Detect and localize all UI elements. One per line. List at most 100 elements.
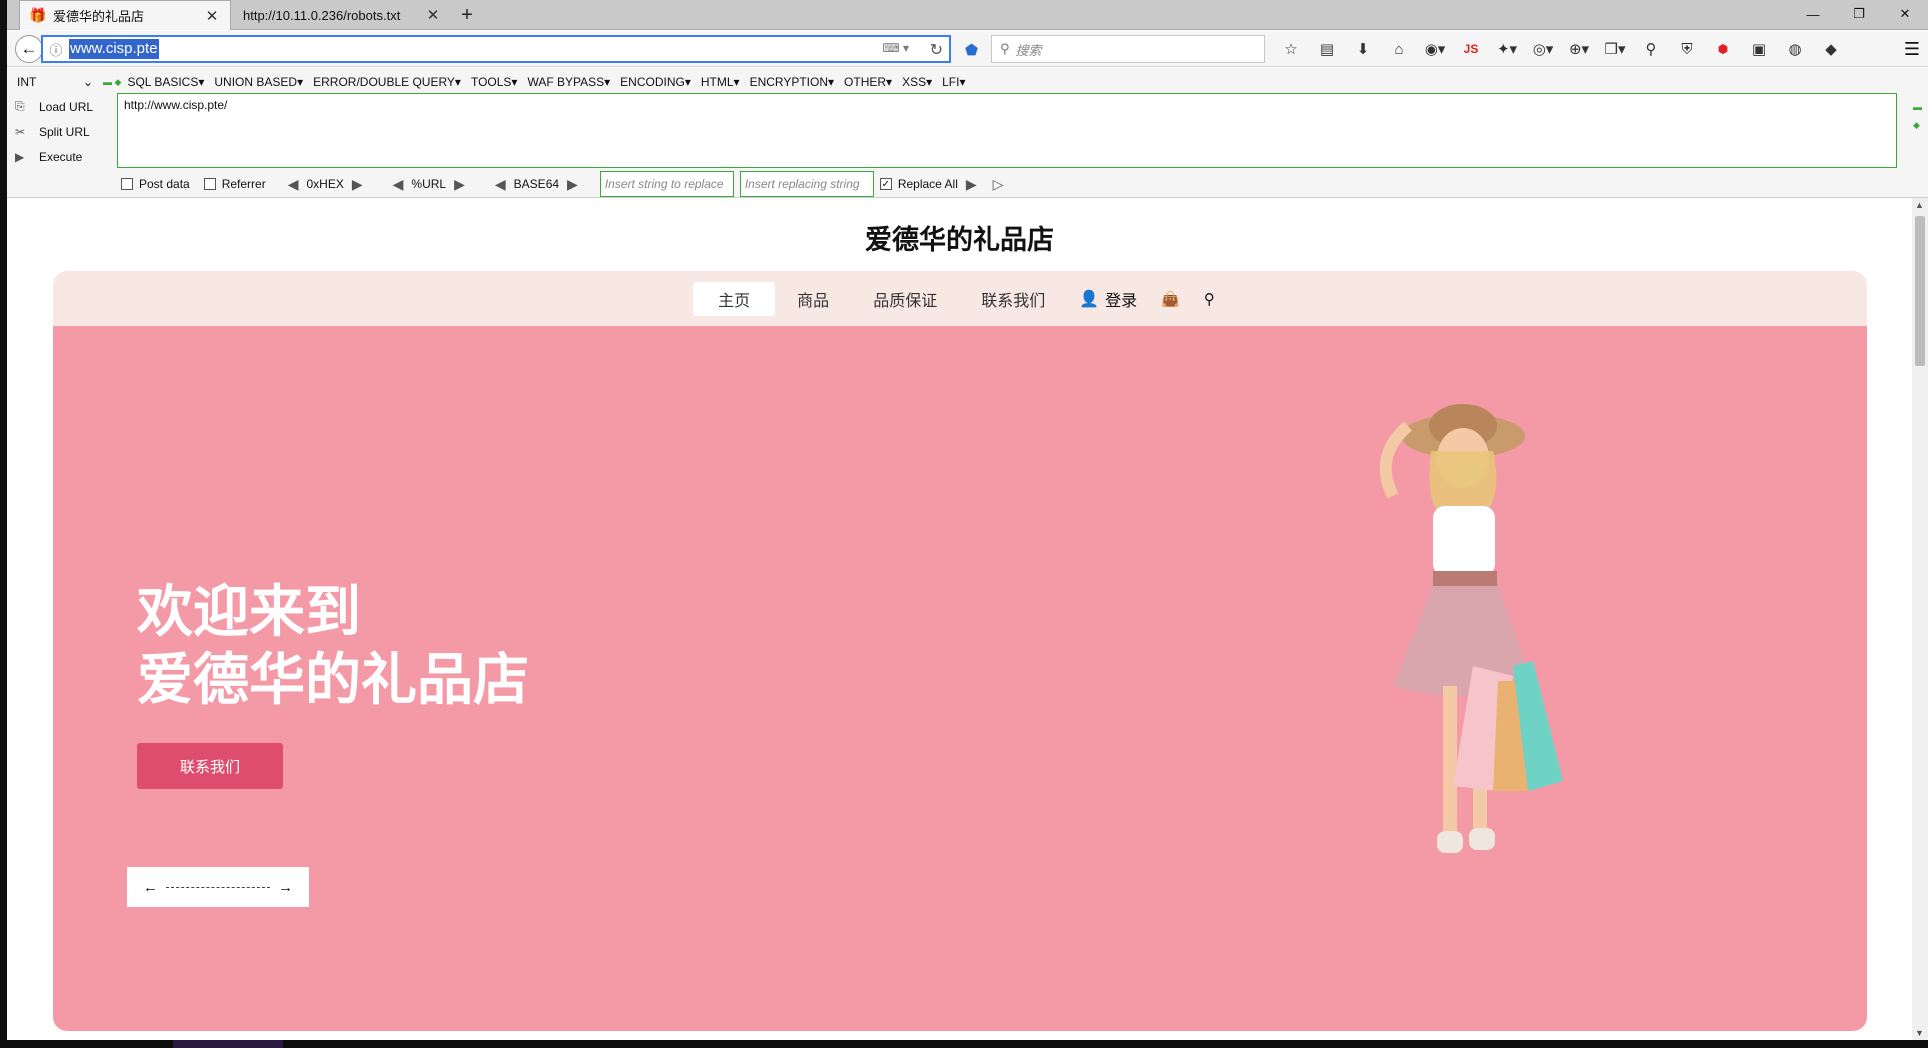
extension-icon[interactable]: ⬟ <box>965 41 978 59</box>
hero-line-1: 欢迎来到 <box>137 580 361 643</box>
tab-strip: 🎁 爱德华的礼品店 ✕ http://10.11.0.236/robots.tx… <box>7 0 1928 30</box>
menu-encoding[interactable]: ENCODING▾ <box>620 75 691 89</box>
search-icon: ⚲ <box>1000 41 1010 56</box>
status-dots-icon: ▬ ◆ <box>103 76 122 87</box>
referrer-option[interactable]: Referrer <box>203 177 266 191</box>
hamburger-menu-icon[interactable]: ☰ <box>1904 39 1920 60</box>
colorful-extension-icon[interactable]: ▣ <box>1741 37 1777 61</box>
execute-icon: ▶ <box>15 149 25 164</box>
close-tab-icon[interactable]: ✕ <box>204 7 220 25</box>
menu-sql-basics[interactable]: SQL BASICS▾ <box>127 75 204 89</box>
keyboard-dropdown-icon[interactable]: ⌨ ▾ <box>882 41 909 55</box>
split-url-button[interactable]: ✂ Split URL <box>15 119 93 144</box>
hex-decode-arrow-icon[interactable]: ◀ <box>288 176 299 193</box>
type-select[interactable]: INT ⌄ <box>17 75 97 89</box>
base64-encode-arrow-icon[interactable]: ▶ <box>567 176 578 193</box>
menu-other[interactable]: OTHER▾ <box>844 75 892 89</box>
next-arrow-icon[interactable]: → <box>278 879 293 896</box>
replace-apply-arrow-icon[interactable]: ▷ <box>993 176 1004 193</box>
menu-waf-bypass[interactable]: WAF BYPASS▾ <box>527 75 610 89</box>
taskbar-item[interactable] <box>173 1040 283 1048</box>
minimize-button[interactable]: — <box>1790 0 1836 28</box>
info-icon[interactable]: ⓘ <box>43 40 69 59</box>
nav-quality[interactable]: 品质保证 <box>851 282 959 316</box>
replacing-string-input[interactable]: Insert replacing string <box>739 171 874 197</box>
user-icon: 👤 <box>1079 290 1100 308</box>
replace-all-checkbox[interactable]: ✓ <box>879 178 892 190</box>
new-tab-button[interactable]: + <box>455 4 479 27</box>
shield-menu-icon[interactable]: ⊕▾ <box>1561 37 1597 61</box>
tab-robots[interactable]: http://10.11.0.236/robots.txt ✕ <box>233 0 451 30</box>
search-icon[interactable]: ⚲ <box>1192 290 1227 308</box>
scroll-up-icon[interactable]: ▲ <box>1915 200 1924 210</box>
type-select-value: INT <box>17 75 37 89</box>
load-url-icon: ⎘ <box>15 99 25 113</box>
hex-encode-arrow-icon[interactable]: ▶ <box>352 176 363 193</box>
nav-products[interactable]: 商品 <box>775 282 851 316</box>
shopping-bag-icon[interactable]: 👜 <box>1149 290 1192 308</box>
site-frame: 主页 商品 品质保证 联系我们 👤 登录 👜 ⚲ 欢迎来到 爱德华的礼品店 联系我… <box>53 271 1867 1031</box>
replace-string-input[interactable]: Insert string to replace <box>599 171 734 197</box>
bookmark-star-icon[interactable]: ☆ <box>1273 37 1309 61</box>
zoom-icon[interactable]: ⚲ <box>1633 37 1669 61</box>
navigation-toolbar: ← ⓘ www.cisp.pte ⌨ ▾ ↻ ⬟ ⚲ 搜索 ☆ ▤ ⬇ ⌂ ◉▾… <box>7 31 1928 67</box>
hackbar-url-textarea[interactable]: http://www.cisp.pte/ <box>117 93 1897 168</box>
scroll-down-icon[interactable]: ▼ <box>1915 1028 1924 1038</box>
menu-encryption[interactable]: ENCRYPTION▾ <box>750 75 834 89</box>
url-text[interactable]: www.cisp.pte <box>69 39 159 59</box>
home-icon[interactable]: ⌂ <box>1381 37 1417 61</box>
security-shield-icon[interactable]: ⛨ <box>1669 37 1705 61</box>
site-title: 爱德华的礼品店 <box>865 225 1054 255</box>
base64-decode-arrow-icon[interactable]: ◀ <box>495 176 506 193</box>
contact-us-button[interactable]: 联系我们 <box>137 743 283 789</box>
nav-home[interactable]: 主页 <box>693 281 776 316</box>
addon-icon[interactable]: ◍ <box>1777 37 1813 61</box>
palette-icon[interactable]: ◎▾ <box>1525 37 1561 61</box>
hero-banner: 欢迎来到 爱德华的礼品店 联系我们 <box>53 326 1867 1031</box>
post-data-option[interactable]: Post data <box>121 177 190 191</box>
hero-heading: 欢迎来到 爱德华的礼品店 <box>137 578 529 714</box>
execute-button[interactable]: ▶ Execute <box>15 144 93 169</box>
reading-list-icon[interactable]: ▤ <box>1309 37 1345 61</box>
cookie-icon[interactable]: ❒▾ <box>1597 37 1633 61</box>
download-icon[interactable]: ⬇ <box>1345 37 1381 61</box>
scroll-thumb[interactable] <box>1915 216 1925 366</box>
menu-union-based[interactable]: UNION BASED▾ <box>214 75 303 89</box>
prev-arrow-icon[interactable]: ← <box>143 879 158 896</box>
referrer-checkbox[interactable] <box>203 178 216 190</box>
load-url-label: Load URL <box>39 99 94 114</box>
adblock-icon[interactable]: ⬢ <box>1705 37 1741 61</box>
post-data-checkbox[interactable] <box>121 178 133 190</box>
proxy-icon[interactable]: ✦▾ <box>1489 37 1525 61</box>
nav-contact[interactable]: 联系我们 <box>959 282 1067 316</box>
back-button[interactable]: ← <box>15 35 43 63</box>
hackbar-menu: INT ⌄ ▬ ◆ SQL BASICS▾ UNION BASED▾ ERROR… <box>17 72 976 92</box>
purple-extension-icon[interactable]: ◆ <box>1813 37 1849 61</box>
hackbar-panel: INT ⌄ ▬ ◆ SQL BASICS▾ UNION BASED▾ ERROR… <box>7 68 1928 198</box>
url-encode-arrow-icon[interactable]: ▶ <box>454 176 465 193</box>
resize-handle-icon[interactable]: ▬ ◆ <box>1913 98 1922 134</box>
menu-error-double-query[interactable]: ERROR/DOUBLE QUERY▾ <box>313 75 461 89</box>
load-url-button[interactable]: ⎘ Load URL <box>15 94 93 119</box>
slider-progress <box>166 886 270 888</box>
menu-tools[interactable]: TOOLS▾ <box>471 75 517 89</box>
restore-button[interactable]: ❐ <box>1836 0 1882 28</box>
close-window-button[interactable]: ✕ <box>1882 0 1928 28</box>
base64-label: BASE64 <box>513 177 560 191</box>
url-decode-arrow-icon[interactable]: ◀ <box>393 176 404 193</box>
login-link[interactable]: 👤 登录 <box>1067 287 1149 311</box>
replace-all-option[interactable]: ✓ Replace All ▶ ▷ <box>879 176 1012 193</box>
menu-xss[interactable]: XSS▾ <box>902 75 932 89</box>
tab-gift-shop[interactable]: 🎁 爱德华的礼品店 ✕ <box>19 0 231 30</box>
js-toggle-icon[interactable]: JS <box>1453 37 1489 61</box>
close-tab-icon[interactable]: ✕ <box>425 6 441 24</box>
search-box[interactable]: ⚲ 搜索 <box>991 35 1265 63</box>
replace-forward-arrow-icon[interactable]: ▶ <box>966 176 977 193</box>
url-bar[interactable]: ⓘ www.cisp.pte ⌨ ▾ ↻ <box>41 35 951 63</box>
menu-lfi[interactable]: LFI▾ <box>942 75 965 89</box>
globe-icon[interactable]: ◉▾ <box>1417 37 1453 61</box>
back-arrow-icon: ← <box>20 39 38 58</box>
page-scrollbar[interactable]: ▲ ▼ <box>1912 198 1928 1040</box>
reload-icon[interactable]: ↻ <box>930 40 943 60</box>
menu-html[interactable]: HTML▾ <box>701 75 740 89</box>
